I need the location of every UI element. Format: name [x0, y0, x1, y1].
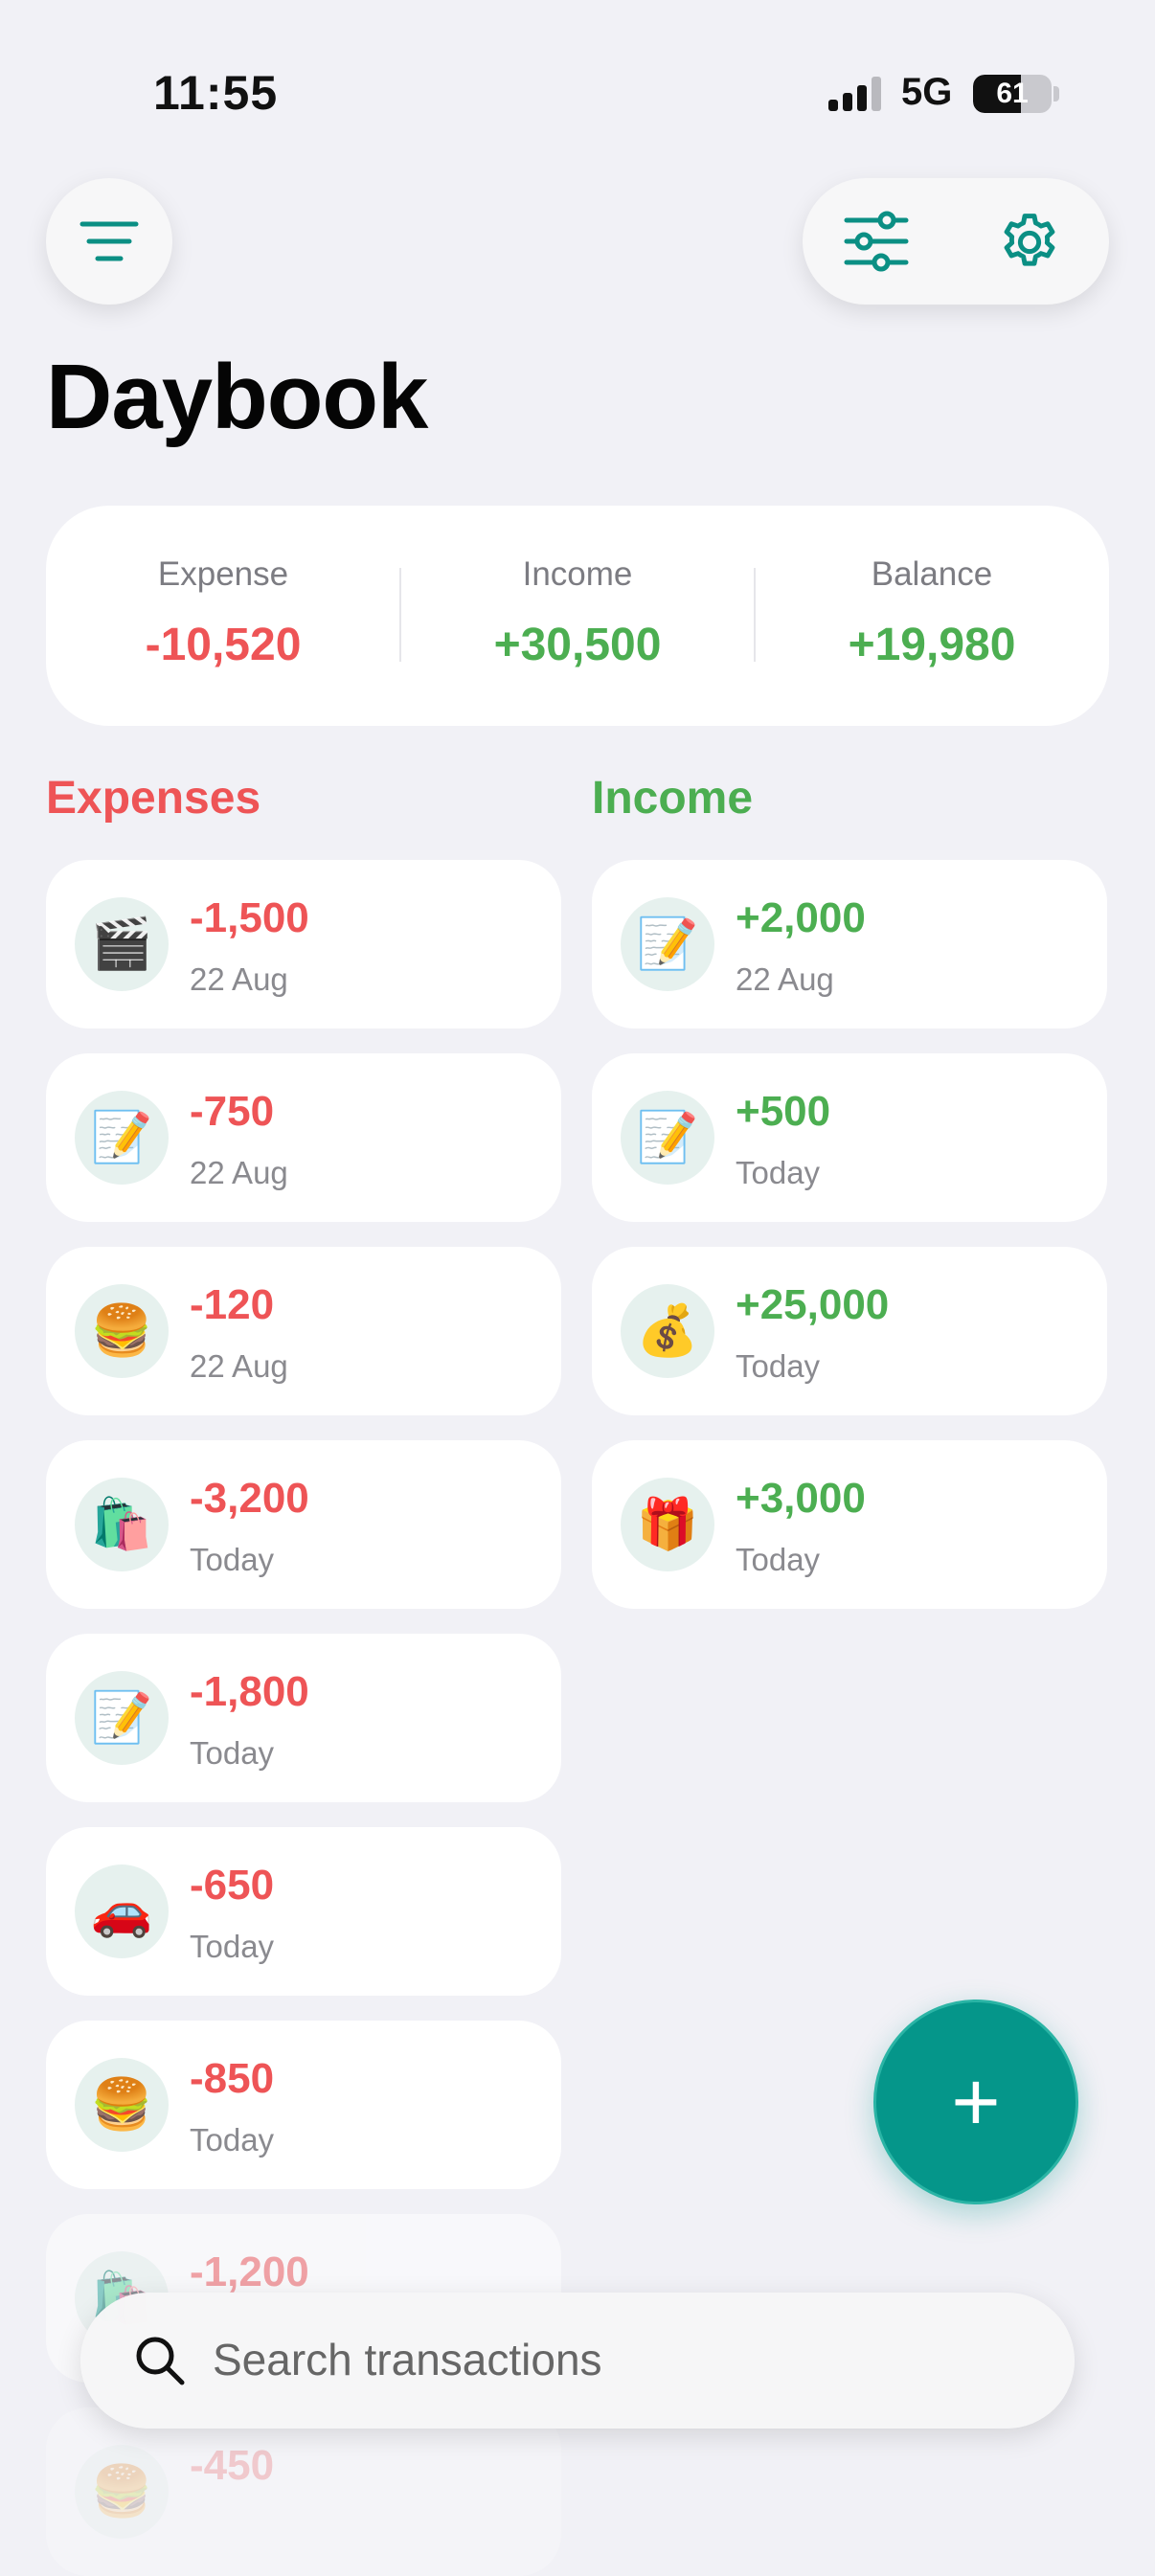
- plus-icon: +: [951, 2054, 1001, 2149]
- income-date: Today: [736, 1542, 821, 1577]
- burger-icon: 🍔: [75, 2445, 169, 2539]
- expense-amount: -650: [190, 1862, 275, 1909]
- battery-percent: 61: [996, 78, 1029, 109]
- sliders-icon: [844, 211, 909, 272]
- income-item[interactable]: 🎁 +3,000 Today: [592, 1440, 1107, 1609]
- battery-icon: 61: [973, 75, 1052, 113]
- income-section-title: Income: [592, 773, 754, 824]
- expense-amount: -450: [190, 2442, 275, 2489]
- income-item[interactable]: 📝 +500 Today: [592, 1053, 1107, 1222]
- battery-cap: [1053, 86, 1059, 102]
- summary-expense-value: -10,520: [145, 620, 302, 670]
- expense-amount: -1,200: [190, 2248, 309, 2295]
- status-bar: 11:55 5G 61: [0, 0, 1155, 153]
- menu-button[interactable]: [46, 178, 172, 305]
- add-transaction-button[interactable]: +: [873, 2000, 1078, 2204]
- gift-icon: 🎁: [621, 1478, 714, 1571]
- expense-item[interactable]: 📝 -750 22 Aug: [46, 1053, 561, 1222]
- status-time: 11:55: [153, 66, 279, 120]
- network-type: 5G: [901, 71, 953, 113]
- memo-icon: 📝: [621, 1091, 714, 1185]
- expense-date: Today: [190, 2122, 275, 2158]
- expense-date: Today: [190, 1929, 275, 1964]
- expense-amount: -1,800: [190, 1668, 309, 1715]
- burger-icon: 🍔: [75, 2058, 169, 2152]
- expense-amount: -1,500: [190, 894, 309, 941]
- summary-balance-value: +19,980: [848, 620, 1016, 670]
- expense-date: 22 Aug: [190, 961, 288, 997]
- summary-income-label: Income: [522, 555, 633, 593]
- income-item[interactable]: 💰 +25,000 Today: [592, 1247, 1107, 1415]
- income-amount: +2,000: [736, 894, 866, 941]
- signal-strength-icon: [828, 77, 882, 111]
- income-amount: +500: [736, 1088, 831, 1135]
- summary-card: Expense -10,520 Income +30,500 Balance +…: [46, 506, 1109, 726]
- income-date: 22 Aug: [736, 961, 834, 997]
- menu-icon: [79, 221, 139, 261]
- filter-button[interactable]: [803, 178, 956, 305]
- expense-amount: -850: [190, 2055, 275, 2102]
- expenses-section-title: Expenses: [46, 773, 261, 824]
- summary-expense-label: Expense: [157, 555, 289, 593]
- expense-amount: -750: [190, 1088, 275, 1135]
- header-actions: [803, 178, 1109, 305]
- memo-icon: 📝: [75, 1091, 169, 1185]
- income-amount: +3,000: [736, 1475, 866, 1522]
- burger-icon: 🍔: [75, 1284, 169, 1378]
- income-date: Today: [736, 1348, 821, 1384]
- expense-amount: -120: [190, 1281, 275, 1328]
- expense-date: Today: [190, 1542, 275, 1577]
- summary-income: Income +30,500: [400, 506, 755, 726]
- summary-balance-label: Balance: [871, 555, 993, 593]
- expense-date: Today: [190, 1735, 275, 1771]
- expense-item[interactable]: 🎬 -1,500 22 Aug: [46, 860, 561, 1028]
- money-bag-icon: 💰: [621, 1284, 714, 1378]
- expense-item[interactable]: 🍔 -120 22 Aug: [46, 1247, 561, 1415]
- expense-date: 22 Aug: [190, 1155, 288, 1190]
- memo-icon: 📝: [621, 897, 714, 991]
- expense-item[interactable]: 🍔 -450: [46, 2407, 561, 2576]
- settings-button[interactable]: [956, 178, 1109, 305]
- income-amount: +25,000: [736, 1281, 890, 1328]
- expense-item[interactable]: 🚗 -650 Today: [46, 1827, 561, 1996]
- shopping-bags-icon: 🛍️: [75, 1478, 169, 1571]
- search-bar[interactable]: [80, 2293, 1075, 2429]
- summary-income-value: +30,500: [493, 620, 662, 670]
- expense-date: 22 Aug: [190, 1348, 288, 1384]
- expense-item[interactable]: 🛍️ -3,200 Today: [46, 1440, 561, 1609]
- income-date: Today: [736, 1155, 821, 1190]
- clapper-icon: 🎬: [75, 897, 169, 991]
- expense-item[interactable]: 🍔 -850 Today: [46, 2021, 561, 2189]
- search-input[interactable]: [213, 2325, 998, 2394]
- memo-icon: 📝: [75, 1671, 169, 1765]
- search-icon: [136, 2337, 185, 2385]
- gear-icon: [1004, 214, 1055, 266]
- expense-amount: -3,200: [190, 1475, 309, 1522]
- page-title: Daybook: [46, 346, 428, 448]
- car-icon: 🚗: [75, 1864, 169, 1958]
- summary-expense: Expense -10,520: [46, 506, 400, 726]
- income-item[interactable]: 📝 +2,000 22 Aug: [592, 860, 1107, 1028]
- expense-item[interactable]: 📝 -1,800 Today: [46, 1634, 561, 1802]
- summary-balance: Balance +19,980: [755, 506, 1109, 726]
